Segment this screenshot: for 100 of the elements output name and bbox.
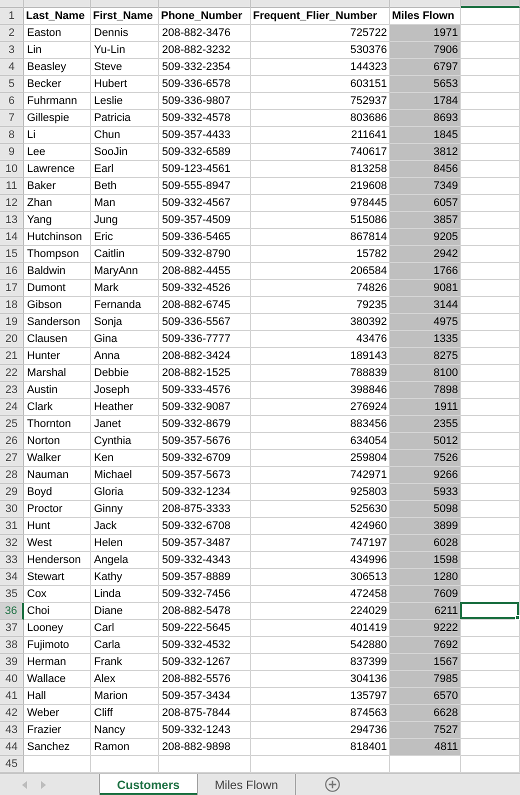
row-number[interactable]: 14: [0, 229, 24, 246]
table-cell: 747197: [251, 535, 390, 552]
row-number[interactable]: 26: [0, 433, 24, 450]
row-number[interactable]: 25: [0, 416, 24, 433]
table-cell: 208-882-5576: [159, 671, 251, 688]
row-number[interactable]: 45: [0, 756, 24, 773]
row-number[interactable]: 11: [0, 178, 24, 195]
table-cell: 509-332-8790: [159, 246, 251, 263]
row-number[interactable]: 44: [0, 739, 24, 756]
row-number[interactable]: 31: [0, 518, 24, 535]
table-cell: Beth: [91, 178, 159, 195]
row-number[interactable]: 19: [0, 314, 24, 331]
table-cell: Man: [91, 195, 159, 212]
row-number[interactable]: 43: [0, 722, 24, 739]
row-number[interactable]: 33: [0, 552, 24, 569]
table-cell: Kathy: [91, 569, 159, 586]
row-number[interactable]: 37: [0, 620, 24, 637]
sheet-tab[interactable]: Miles Flown: [198, 774, 296, 795]
table-cell: 135797: [251, 688, 390, 705]
row-number[interactable]: 21: [0, 348, 24, 365]
row-number[interactable]: 27: [0, 450, 24, 467]
row-number[interactable]: 13: [0, 212, 24, 229]
row-number[interactable]: 7: [0, 110, 24, 127]
table-cell: 4811: [390, 739, 461, 756]
row-number[interactable]: 6: [0, 93, 24, 110]
row-number[interactable]: 35: [0, 586, 24, 603]
table-cell: 74826: [251, 280, 390, 297]
table-cell: Baker: [24, 178, 91, 195]
table-cell: 1598: [390, 552, 461, 569]
table-cell: Diane: [91, 603, 159, 620]
row-number[interactable]: 29: [0, 484, 24, 501]
row-number[interactable]: 28: [0, 467, 24, 484]
table-cell: 509-336-5567: [159, 314, 251, 331]
table-cell: 509-336-7777: [159, 331, 251, 348]
table-cell: Hutchinson: [24, 229, 91, 246]
table-cell: 509-123-4561: [159, 161, 251, 178]
row-number[interactable]: 42: [0, 705, 24, 722]
table-cell: 9081: [390, 280, 461, 297]
table-cell: 224029: [251, 603, 390, 620]
table-cell: 813258: [251, 161, 390, 178]
table-cell: West: [24, 535, 91, 552]
column-header: Frequent_Flier_Number: [251, 8, 390, 25]
row-number[interactable]: 12: [0, 195, 24, 212]
table-cell: 6211: [390, 603, 461, 620]
table-cell: 542880: [251, 637, 390, 654]
row-number[interactable]: 39: [0, 654, 24, 671]
table-cell: 509-332-2354: [159, 59, 251, 76]
table-cell: 509-336-5465: [159, 229, 251, 246]
row-number[interactable]: 22: [0, 365, 24, 382]
row-number[interactable]: 23: [0, 382, 24, 399]
row-number[interactable]: 16: [0, 263, 24, 280]
row-number[interactable]: 30: [0, 501, 24, 518]
row-number[interactable]: 3: [0, 42, 24, 59]
row-number[interactable]: 20: [0, 331, 24, 348]
table-cell: 7898: [390, 382, 461, 399]
table-cell: 1280: [390, 569, 461, 586]
row-number[interactable]: 2: [0, 25, 24, 42]
add-sheet-icon[interactable]: [325, 777, 340, 792]
row-number[interactable]: 34: [0, 569, 24, 586]
row-number[interactable]: 24: [0, 399, 24, 416]
table-cell: Sanchez: [24, 739, 91, 756]
table-cell: Henderson: [24, 552, 91, 569]
row-number[interactable]: 18: [0, 297, 24, 314]
table-cell: 3899: [390, 518, 461, 535]
row-number[interactable]: 9: [0, 144, 24, 161]
table-cell: 509-332-8679: [159, 416, 251, 433]
table-cell: 3812: [390, 144, 461, 161]
table-cell: Cliff: [91, 705, 159, 722]
row-number[interactable]: 8: [0, 127, 24, 144]
column-header: Phone_Number: [159, 8, 251, 25]
row-number[interactable]: 40: [0, 671, 24, 688]
table-cell: 509-555-8947: [159, 178, 251, 195]
sheet-tab[interactable]: Customers: [99, 774, 198, 795]
table-cell: 837399: [251, 654, 390, 671]
table-cell: Linda: [91, 586, 159, 603]
row-number[interactable]: 1: [0, 8, 24, 25]
row-number[interactable]: 4: [0, 59, 24, 76]
row-number[interactable]: 5: [0, 76, 24, 93]
table-cell: 434996: [251, 552, 390, 569]
table-cell: 509-332-7456: [159, 586, 251, 603]
table-cell: 509-332-1234: [159, 484, 251, 501]
table-cell: 7526: [390, 450, 461, 467]
row-number[interactable]: 15: [0, 246, 24, 263]
table-cell: Carla: [91, 637, 159, 654]
table-cell: Hunter: [24, 348, 91, 365]
row-number[interactable]: 36: [0, 603, 24, 620]
table-cell: 5653: [390, 76, 461, 93]
table-cell: 634054: [251, 433, 390, 450]
row-number[interactable]: 17: [0, 280, 24, 297]
table-cell: Helen: [91, 535, 159, 552]
row-number[interactable]: 10: [0, 161, 24, 178]
row-number[interactable]: 41: [0, 688, 24, 705]
table-cell: Nancy: [91, 722, 159, 739]
table-cell: 509-332-1243: [159, 722, 251, 739]
table-cell: 472458: [251, 586, 390, 603]
row-number[interactable]: 32: [0, 535, 24, 552]
table-cell: Alex: [91, 671, 159, 688]
table-cell: 1567: [390, 654, 461, 671]
row-number[interactable]: 38: [0, 637, 24, 654]
table-cell: 208-882-9898: [159, 739, 251, 756]
